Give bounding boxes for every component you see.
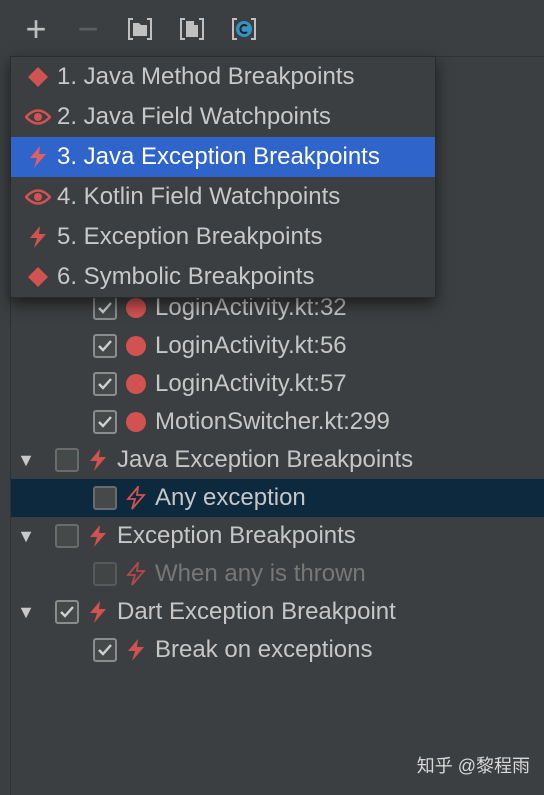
menu-item-java-field-watchpoints[interactable]: 2. Java Field Watchpoints [11,97,435,137]
diamond-icon [25,264,51,290]
group-label: Exception Breakpoints [117,522,356,550]
tree-group-row[interactable]: ▼ Exception Breakpoints [11,517,544,555]
expand-arrow-icon[interactable]: ▼ [17,451,35,469]
lightning-icon [125,563,147,585]
minus-icon: − [77,11,98,47]
enable-checkbox[interactable] [93,296,117,320]
menu-item-label: 6. Symbolic Breakpoints [57,263,314,291]
tree-row[interactable]: Break on exceptions [11,631,544,669]
toolbar: + − [0,0,544,56]
red-dot-icon [125,335,147,357]
group-by-class-icon [230,16,258,42]
menu-item-exception-breakpoints[interactable]: 5. Exception Breakpoints [11,217,435,257]
menu-item-label: 3. Java Exception Breakpoints [57,143,380,171]
red-dot-icon [125,411,147,433]
tree-group-row[interactable]: ▼ Dart Exception Breakpoint [11,593,544,631]
lightning-icon [125,639,147,661]
menu-item-java-exception-breakpoints[interactable]: 3. Java Exception Breakpoints [11,137,435,177]
group-by-class-button[interactable] [226,12,262,46]
enable-checkbox[interactable] [93,562,117,586]
check-icon [96,299,114,317]
enable-checkbox[interactable] [93,638,117,662]
group-label: Java Exception Breakpoints [117,446,413,474]
breakpoint-label: Break on exceptions [155,636,372,664]
lightning-icon [125,487,147,509]
lightning-icon [87,449,109,471]
breakpoint-label: When any is thrown [155,560,366,588]
eye-icon [25,184,51,210]
lightning-icon [87,601,109,623]
group-label: Dart Exception Breakpoint [117,598,396,626]
breakpoint-label: LoginActivity.kt:32 [155,294,347,322]
group-by-file-icon [178,16,206,42]
menu-item-symbolic-breakpoints[interactable]: 6. Symbolic Breakpoints [11,257,435,297]
breakpoint-label: MotionSwitcher.kt:299 [155,408,390,436]
tree-row[interactable]: LoginActivity.kt:56 [11,327,544,365]
add-breakpoint-popup-menu: 1. Java Method Breakpoints 2. Java Field… [10,56,436,298]
group-by-package-button[interactable] [122,12,158,46]
menu-item-label: 2. Java Field Watchpoints [57,103,331,131]
check-icon [58,603,76,621]
red-dot-icon [125,373,147,395]
enable-checkbox[interactable] [55,524,79,548]
expand-arrow-icon[interactable]: ▼ [17,527,35,545]
check-icon [96,375,114,393]
menu-item-label: 4. Kotlin Field Watchpoints [57,183,340,211]
enable-checkbox[interactable] [55,448,79,472]
enable-checkbox[interactable] [93,372,117,396]
breakpoint-label: LoginActivity.kt:57 [155,370,347,398]
eye-icon [25,104,51,130]
check-icon [96,641,114,659]
remove-breakpoint-button[interactable]: − [70,12,106,46]
menu-item-java-method-breakpoints[interactable]: 1. Java Method Breakpoints [11,57,435,97]
enable-checkbox[interactable] [93,410,117,434]
check-icon [96,413,114,431]
lightning-icon [25,224,51,250]
enable-checkbox[interactable] [93,486,117,510]
add-breakpoint-button[interactable]: + [18,12,54,46]
menu-item-label: 5. Exception Breakpoints [57,223,323,251]
expand-arrow-icon[interactable]: ▼ [17,603,35,621]
tree-row[interactable]: When any is thrown [11,555,544,593]
menu-item-kotlin-field-watchpoints[interactable]: 4. Kotlin Field Watchpoints [11,177,435,217]
menu-item-label: 1. Java Method Breakpoints [57,63,355,91]
breakpoint-label: LoginActivity.kt:56 [155,332,347,360]
plus-icon: + [25,11,46,47]
tree-group-row[interactable]: ▼ Java Exception Breakpoints [11,441,544,479]
enable-checkbox[interactable] [93,334,117,358]
enable-checkbox[interactable] [55,600,79,624]
tree-row[interactable]: LoginActivity.kt:57 [11,365,544,403]
tree-row[interactable]: Any exception [11,479,544,517]
check-icon [96,337,114,355]
red-dot-icon [125,297,147,319]
diamond-icon [25,64,51,90]
tree-row[interactable]: MotionSwitcher.kt:299 [11,403,544,441]
group-by-file-button[interactable] [174,12,210,46]
breakpoint-label: Any exception [155,484,306,512]
lightning-icon [87,525,109,547]
lightning-icon [25,144,51,170]
group-by-package-icon [126,16,154,42]
watermark: 知乎 @黎程雨 [417,752,530,778]
